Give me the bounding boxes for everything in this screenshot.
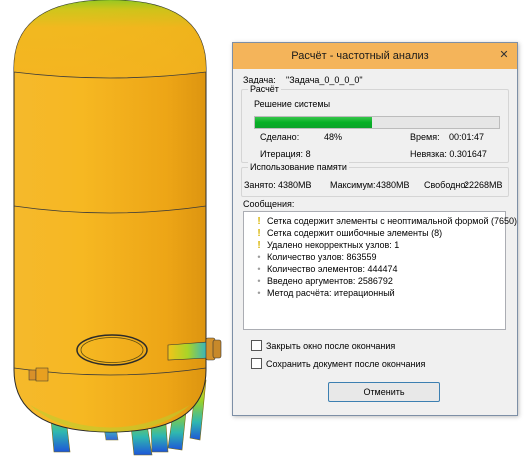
bullet-icon: •	[257, 264, 261, 274]
close-when-done-checkbox[interactable]: Закрыть окно после окончания	[251, 340, 395, 352]
left-nozzle	[28, 367, 49, 382]
message-text: Количество элементов: 444474	[267, 264, 398, 274]
messages-label: Сообщения:	[243, 199, 295, 209]
used-value: 4380MB	[278, 180, 312, 190]
message-text: Сетка содержит элементы с неоптимальной …	[267, 216, 518, 226]
done-label: Сделано:	[260, 132, 300, 142]
close-icon[interactable]: ✕	[495, 48, 513, 64]
list-item: ! Удалено некорректных узлов: 1	[254, 239, 399, 251]
bullet-icon: •	[257, 276, 261, 286]
message-text: Метод расчёта: итерационный	[267, 288, 395, 298]
free-value: 22268MB	[464, 180, 503, 190]
memory-group: Использование памяти Занято: 4380MB Макс…	[241, 162, 509, 197]
dialog-title: Расчёт - частотный анализ	[291, 50, 429, 62]
calc-dialog: Расчёт - частотный анализ ✕ Задача: "Зад…	[232, 42, 518, 416]
checkbox-box[interactable]	[251, 358, 262, 369]
save-when-done-checkbox[interactable]: Сохранить документ после окончания	[251, 358, 425, 370]
bullet-icon: •	[257, 288, 261, 298]
save-when-done-label: Сохранить документ после окончания	[266, 359, 426, 369]
cancel-button[interactable]: Отменить	[328, 382, 440, 402]
list-item: • Количество элементов: 444474	[254, 263, 398, 275]
calc-group-title: Расчёт	[248, 84, 281, 95]
message-text: Количество узлов: 863559	[267, 252, 377, 262]
iteration-label: Итерация: 8	[260, 149, 311, 159]
message-text: Введено аргументов: 2586792	[267, 276, 393, 286]
progress-bar	[254, 116, 500, 129]
time-label: Время:	[410, 132, 440, 142]
calc-group: Расчёт Решение системы Сделано: 48% Врем…	[241, 84, 509, 163]
memory-group-title: Использование памяти	[248, 162, 349, 173]
max-label: Максимум:	[330, 180, 376, 190]
bullet-icon: •	[257, 252, 261, 262]
residual-label: Невязка: 0.301647	[410, 149, 487, 159]
used-label: Занято:	[244, 180, 276, 190]
time-value: 00:01:47	[449, 132, 485, 142]
list-item: • Количество узлов: 863559	[254, 251, 377, 263]
dialog-titlebar[interactable]: Расчёт - частотный анализ ✕	[233, 43, 517, 69]
list-item: ! Сетка содержит элементы с неоптимальной…	[254, 215, 517, 227]
close-when-done-label: Закрыть окно после окончания	[266, 341, 396, 351]
list-item: • Метод расчёта: итерационный	[254, 287, 395, 299]
message-text: Сетка содержит ошибочные элементы (8)	[267, 228, 443, 238]
progress-fill	[255, 117, 373, 128]
messages-list[interactable]: ! Сетка содержит элементы с неоптимальной…	[243, 211, 517, 330]
checkbox-box[interactable]	[251, 340, 262, 351]
message-text: Удалено некорректных узлов: 1	[267, 240, 400, 250]
list-item: • Введено аргументов: 2586792	[254, 275, 393, 287]
free-label: Свободно:	[424, 180, 468, 190]
solution-label: Решение системы	[254, 99, 331, 109]
max-value: 4380MB	[376, 180, 410, 190]
task-value: "Задача_0_0_0_0"	[286, 75, 363, 85]
list-item: ! Сетка содержит ошибочные элементы (8)	[254, 227, 442, 239]
done-value: 48%	[324, 132, 343, 142]
